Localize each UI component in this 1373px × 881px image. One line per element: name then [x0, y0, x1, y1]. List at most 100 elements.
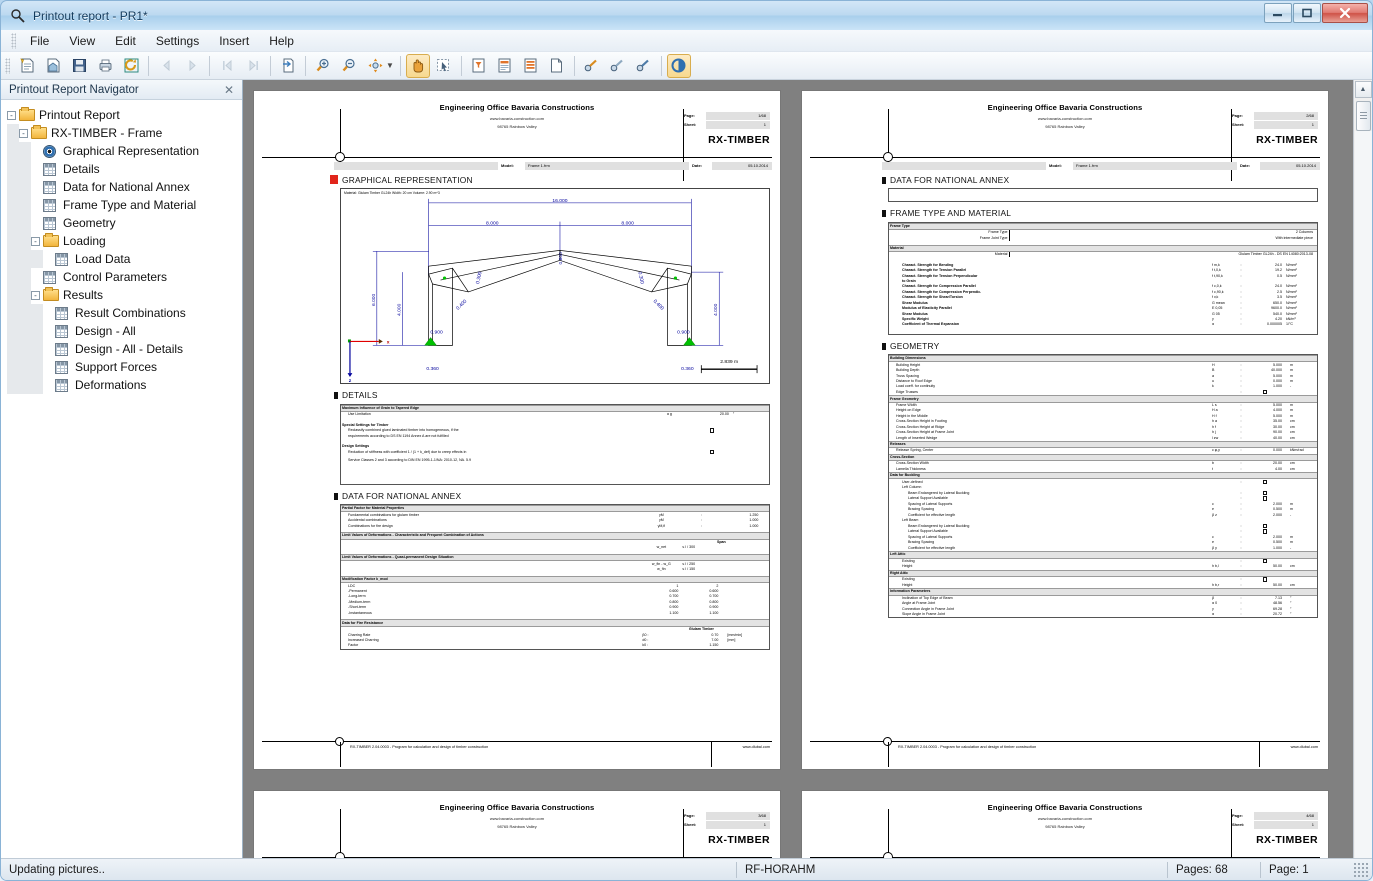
material-properties-table: Charact. Strength for Bending f m,k:24.0 N…	[889, 262, 1317, 333]
chevron-down-icon[interactable]: ▼	[386, 61, 394, 70]
print-icon[interactable]	[93, 54, 117, 78]
link-3-icon[interactable]	[632, 54, 656, 78]
svg-text:0.400: 0.400	[652, 299, 665, 312]
tree-item-frame-type-and-material[interactable]: Frame Type and Material	[7, 196, 240, 214]
svg-text:6.000: 6.000	[371, 294, 377, 307]
tree-item-rx-timber-frame[interactable]: - RX-TIMBER - Frame	[7, 124, 240, 142]
frame-drawing[interactable]: Material: Glulam Timber GL24h Width: 20 …	[340, 188, 770, 384]
open-report-icon[interactable]	[41, 54, 65, 78]
checkbox-checked[interactable]	[1262, 523, 1268, 529]
link-1-icon[interactable]	[580, 54, 604, 78]
tree-item-data-for-national-annex[interactable]: Data for National Annex	[7, 178, 240, 196]
minimize-button[interactable]	[1264, 3, 1292, 23]
scroll-up-button[interactable]: ▲	[1354, 81, 1372, 98]
blank-page-icon[interactable]	[545, 54, 569, 78]
checkbox-unchecked[interactable]	[1262, 479, 1268, 485]
resize-grip[interactable]	[1353, 861, 1369, 878]
report-page-2[interactable]: Engineering Office Bavaria Constructions…	[801, 90, 1329, 770]
tree-item-control-parameters[interactable]: Control Parameters	[7, 268, 240, 286]
tree-item-design-all-details[interactable]: Design - All - Details	[7, 340, 240, 358]
checkbox-unchecked[interactable]	[1262, 496, 1268, 501]
page-setup-icon[interactable]	[493, 54, 517, 78]
tree-indent	[19, 340, 31, 358]
tree-indent	[7, 160, 19, 178]
sheet-label: Sheet:	[1232, 821, 1245, 827]
page-body: DATA FOR NATIONAL ANNEX FRAME TYPE AND M…	[802, 165, 1328, 619]
page-header: Engineering Office Bavaria Constructions…	[254, 103, 780, 181]
section-details: DETAILS	[334, 390, 770, 401]
svg-text:0.360: 0.360	[681, 366, 694, 372]
vertical-scrollbar[interactable]: ▲	[1353, 80, 1372, 858]
last-page-icon[interactable]	[241, 54, 265, 78]
close-icon[interactable]: ✕	[220, 83, 238, 97]
tree-item-support-forces[interactable]: Support Forces	[7, 358, 240, 376]
next-page-icon[interactable]	[180, 54, 204, 78]
menu-edit[interactable]: Edit	[105, 31, 146, 51]
scrollbar-track[interactable]	[1354, 131, 1372, 858]
menu-insert[interactable]: Insert	[209, 31, 259, 51]
checkbox-unchecked[interactable]	[1262, 577, 1268, 582]
report-page-4[interactable]: Engineering Office Bavaria Constructions…	[801, 790, 1329, 858]
tree-item-load-data[interactable]: Load Data	[7, 250, 240, 268]
tree-item-printout-report[interactable]: - Printout Report	[7, 106, 240, 124]
page-info-box: Page: 2/68 Sheet: 1 RX-TIMBER	[1232, 111, 1318, 147]
menu-grip[interactable]	[11, 32, 16, 49]
toolbar-separator	[399, 55, 401, 76]
tree-item-label: Result Combinations	[75, 306, 186, 320]
checkbox-unchecked[interactable]	[1262, 558, 1268, 564]
sheet-number: 1	[1254, 820, 1318, 829]
menu-help[interactable]: Help	[259, 31, 304, 51]
table-icon	[43, 270, 59, 284]
select-tool-icon[interactable]	[432, 54, 456, 78]
tree-item-loading[interactable]: - Loading	[7, 232, 240, 250]
save-icon[interactable]	[67, 54, 91, 78]
navigator-tree[interactable]: - Printout Report - RX-TIMBER - Frame Graphi…	[1, 100, 242, 858]
zoom-in-icon[interactable]	[311, 54, 335, 78]
tree-item-details[interactable]: Details	[7, 160, 240, 178]
maximize-button[interactable]	[1293, 3, 1321, 23]
zoom-out-icon[interactable]	[337, 54, 361, 78]
menu-settings[interactable]: Settings	[146, 31, 209, 51]
export-icon[interactable]	[276, 54, 300, 78]
report-page-3[interactable]: Engineering Office Bavaria Constructions…	[253, 790, 781, 858]
hand-tool-icon[interactable]	[405, 53, 430, 78]
scrollbar-thumb[interactable]	[1355, 101, 1371, 131]
tree-toggle-icon[interactable]: -	[31, 236, 40, 246]
checkbox-unchecked[interactable]	[1262, 389, 1268, 395]
row-label: Slope Angle in Frame Joint	[902, 612, 945, 617]
checkbox-checked[interactable]	[1262, 490, 1268, 496]
tree-item-geometry[interactable]: Geometry	[7, 214, 240, 232]
footer-url: www.dlubal.com	[742, 745, 770, 749]
previous-page-icon[interactable]	[154, 54, 178, 78]
page-scroll-area[interactable]: Engineering Office Bavaria Constructions…	[243, 80, 1353, 858]
page-number: 2/68	[1254, 111, 1318, 120]
pan-view-icon[interactable]	[363, 54, 387, 78]
tree-item-deformations[interactable]: Deformations	[7, 376, 240, 394]
filter-icon[interactable]	[467, 54, 491, 78]
new-report-icon[interactable]	[15, 54, 39, 78]
table-icon	[55, 324, 71, 338]
menu-file[interactable]: File	[20, 31, 59, 51]
tree-toggle-icon[interactable]: -	[31, 290, 40, 300]
toolbar-grip[interactable]	[5, 57, 10, 74]
main-area: Printout Report Navigator ✕ - Printout Re…	[1, 80, 1372, 858]
tree-indent	[19, 160, 31, 178]
first-page-icon[interactable]	[215, 54, 239, 78]
page-layout-icon[interactable]	[519, 54, 543, 78]
tree-item-results[interactable]: - Results	[7, 286, 240, 304]
svg-text:8.000: 8.000	[486, 221, 499, 227]
tree-toggle-icon[interactable]: -	[7, 110, 16, 120]
checkbox-unchecked[interactable]	[1262, 529, 1268, 534]
update-pictures-icon[interactable]	[666, 53, 691, 78]
report-page-1[interactable]: Engineering Office Bavaria Constructions…	[253, 90, 781, 770]
row-unit: °	[1290, 612, 1292, 617]
menu-view[interactable]: View	[59, 31, 105, 51]
close-button[interactable]	[1322, 3, 1368, 23]
tree-toggle-icon[interactable]: -	[19, 128, 28, 138]
tree-item-design-all[interactable]: Design - All	[7, 322, 240, 340]
page-header: Engineering Office Bavaria Constructions…	[802, 803, 1328, 858]
tree-item-result-combinations[interactable]: Result Combinations	[7, 304, 240, 322]
refresh-icon[interactable]	[119, 54, 143, 78]
link-2-icon[interactable]	[606, 54, 630, 78]
tree-item-graphical-representation[interactable]: Graphical Representation	[7, 142, 240, 160]
